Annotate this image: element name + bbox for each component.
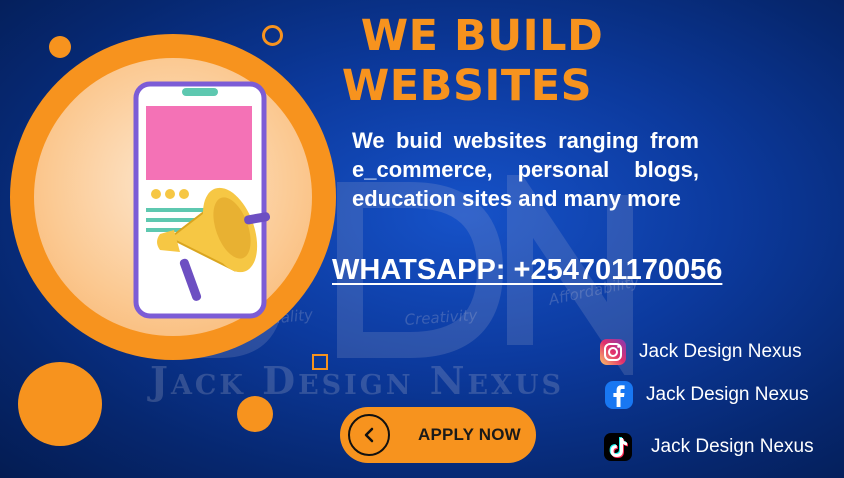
headline-line-2: WEBSITES <box>341 61 593 111</box>
phone-screen-header <box>146 106 252 180</box>
tiktok-icon <box>604 433 632 461</box>
chevron-left-icon <box>348 414 390 456</box>
headline-line-1: WE BUILD <box>360 11 604 61</box>
tiktok-label: Jack Design Nexus <box>651 436 814 457</box>
facebook-label: Jack Design Nexus <box>646 384 809 405</box>
decor-dot-bottom-left <box>18 362 102 446</box>
decor-dot-top-left <box>49 36 71 58</box>
advert-banner: Quality Creativity Affordability Jack De… <box>0 0 844 478</box>
decor-ring-top <box>262 25 283 46</box>
social-row-facebook[interactable]: Jack Design Nexus <box>604 380 809 410</box>
facebook-icon <box>605 381 633 409</box>
instagram-label: Jack Design Nexus <box>639 341 802 362</box>
social-row-tiktok[interactable]: Jack Design Nexus <box>603 432 814 462</box>
apply-now-button[interactable]: APPLY NOW <box>340 407 536 463</box>
description-text: We buid websites ranging from e_commerce… <box>352 128 699 211</box>
whatsapp-contact-link[interactable]: WHATSAPP: +254701170056 <box>332 254 722 287</box>
instagram-icon <box>600 339 626 365</box>
phone-notch <box>182 88 218 96</box>
watermark-brand: Jack Design Nexus <box>150 358 565 403</box>
phone-megaphone-illustration <box>133 81 271 319</box>
apply-now-label: APPLY NOW <box>418 425 521 444</box>
social-row-instagram[interactable]: Jack Design Nexus <box>599 338 802 366</box>
